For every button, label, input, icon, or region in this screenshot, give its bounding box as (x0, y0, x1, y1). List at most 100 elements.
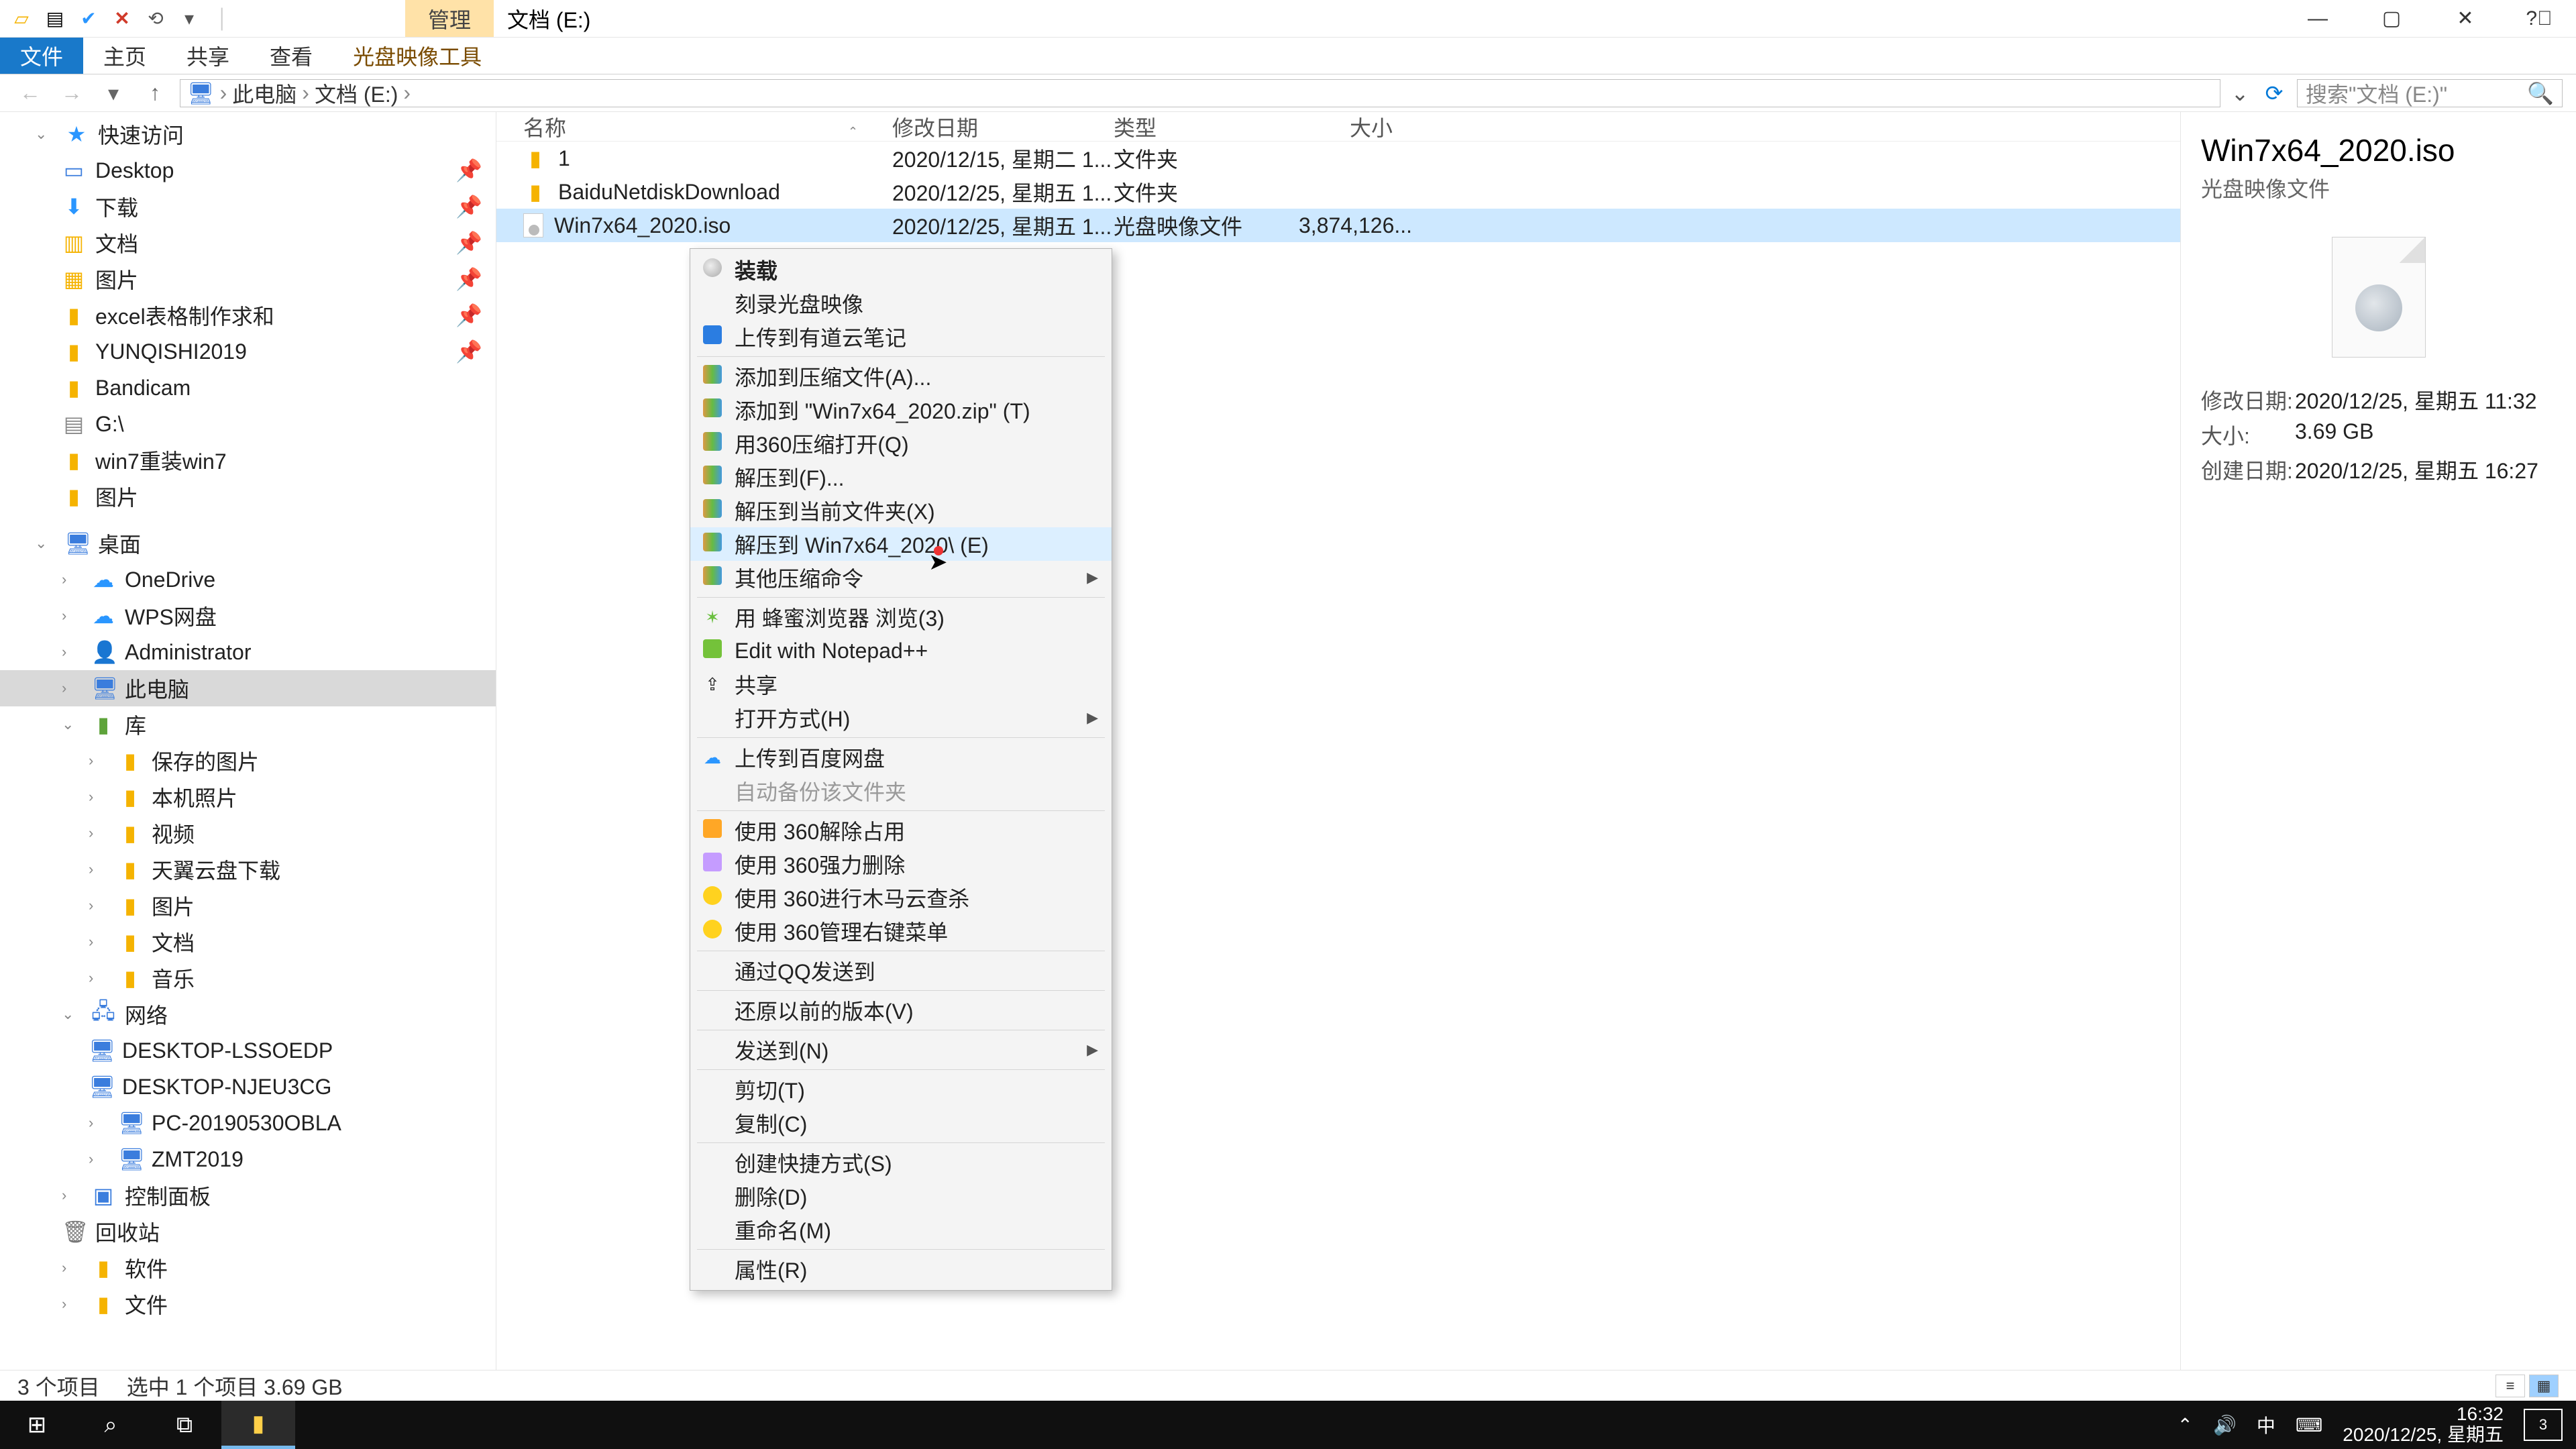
file-row[interactable]: ▮BaiduNetdiskDownload 2020/12/25, 星期五 1.… (496, 175, 2180, 209)
view-large-icons-button[interactable]: ▦ (2529, 1375, 2559, 1397)
crumb-seg1[interactable]: 文档 (E:) (315, 78, 398, 109)
qat-delete-icon[interactable]: ✕ (107, 4, 137, 34)
ctx-burn[interactable]: 刻录光盘映像 (690, 286, 1112, 320)
start-button[interactable]: ⊞ (0, 1401, 74, 1449)
ctx-send-to[interactable]: 发送到(N)▶ (690, 1033, 1112, 1067)
ctx-copy[interactable]: 复制(C) (690, 1106, 1112, 1140)
ctx-360-force-delete[interactable]: 使用 360强力删除 (690, 847, 1112, 881)
refresh-button[interactable]: ⟳ (2259, 80, 2289, 106)
ribbon-tab-disc-tools[interactable]: 光盘映像工具 (333, 38, 502, 74)
tray-overflow-icon[interactable]: ⌃ (2178, 1414, 2193, 1436)
ctx-restore-previous[interactable]: 还原以前的版本(V) (690, 994, 1112, 1027)
ctx-baidu-upload[interactable]: ☁上传到百度网盘 (690, 741, 1112, 774)
tree-item-g-drive[interactable]: ▤G:\ (0, 406, 496, 442)
tree-item-downloads[interactable]: ⬇下载📌 (0, 189, 496, 225)
ctx-mount[interactable]: 装载 (690, 253, 1112, 286)
address-dropdown[interactable]: ⌄ (2229, 80, 2251, 106)
tray-ime-icon[interactable]: 中 (2257, 1411, 2275, 1438)
qat-properties-icon[interactable]: ▤ (40, 4, 70, 34)
col-date[interactable]: 修改日期 (892, 111, 1114, 142)
qat-undo-icon[interactable]: ⟲ (141, 4, 170, 34)
taskbar-explorer-button[interactable]: ▮ (221, 1401, 295, 1449)
ctx-360-trojan-scan[interactable]: 使用 360进行木马云查杀 (690, 881, 1112, 914)
ctx-youdao-upload[interactable]: 上传到有道云笔记 (690, 320, 1112, 354)
tree-item-wps[interactable]: ›☁WPS网盘 (0, 598, 496, 634)
nav-recent-dropdown[interactable]: ▾ (97, 80, 130, 106)
nav-forward-button[interactable]: → (55, 80, 89, 105)
tree-item-pictures2[interactable]: ▮图片 (0, 478, 496, 515)
ctx-properties[interactable]: 属性(R) (690, 1252, 1112, 1286)
ctx-rename[interactable]: 重命名(M) (690, 1213, 1112, 1246)
ctx-open-360zip[interactable]: 用360压缩打开(Q) (690, 427, 1112, 460)
ctx-edit-notepadpp[interactable]: Edit with Notepad++ (690, 634, 1112, 667)
nav-back-button[interactable]: ← (13, 80, 47, 105)
view-details-button[interactable]: ≡ (2496, 1375, 2525, 1397)
help-button[interactable]: ?⃝ (2502, 0, 2576, 37)
tree-item-videos[interactable]: ›▮视频 (0, 815, 496, 851)
tree-quick-access[interactable]: ⌄ ★ 快速访问 (0, 116, 496, 152)
ribbon-tab-home[interactable]: 主页 (83, 38, 166, 74)
tree-item-win7repair[interactable]: ▮win7重装win7 (0, 442, 496, 478)
ctx-open-with[interactable]: 打开方式(H)▶ (690, 701, 1112, 735)
tree-item-desktop[interactable]: ▭Desktop📌 (0, 152, 496, 189)
nav-tree[interactable]: ⌄ ★ 快速访问 ▭Desktop📌 ⬇下载📌 ▥文档📌 ▦图片📌 ▮excel… (0, 112, 496, 1370)
tree-item-savedpics[interactable]: ›▮保存的图片 (0, 743, 496, 779)
ctx-add-archive[interactable]: 添加到压缩文件(A)... (690, 360, 1112, 393)
search-input[interactable]: 搜索"文档 (E:)" 🔍 (2297, 79, 2563, 107)
tray-ime-mode-icon[interactable]: ⌨ (2296, 1414, 2322, 1436)
taskbar[interactable]: ⊞ ⌕ ⧉ ▮ ⌃ 🔊 中 ⌨ 16:32 2020/12/25, 星期五 (0, 1401, 2576, 1449)
tree-item-onedrive[interactable]: ›☁OneDrive (0, 561, 496, 598)
tree-item-thispc[interactable]: ›🖥此电脑 (0, 670, 496, 706)
tree-item-control-panel[interactable]: ›▣控制面板 (0, 1177, 496, 1214)
col-size[interactable]: 大小 (1299, 111, 1406, 142)
col-name[interactable]: 名称⌃ (496, 111, 892, 142)
close-button[interactable]: ✕ (2428, 0, 2502, 37)
tree-item-pictures[interactable]: ▦图片📌 (0, 261, 496, 297)
tray-volume-icon[interactable]: 🔊 (2213, 1414, 2237, 1436)
tree-item-yunqishi[interactable]: ▮YUNQISHI2019📌 (0, 333, 496, 370)
minimize-button[interactable]: ― (2281, 0, 2355, 37)
tray-clock[interactable]: 16:32 2020/12/25, 星期五 (2343, 1404, 2504, 1446)
ribbon-tab-view[interactable]: 查看 (250, 38, 333, 74)
maximize-button[interactable]: ▢ (2355, 0, 2428, 37)
tree-item-documents[interactable]: ▥文档📌 (0, 225, 496, 261)
tree-item-excel[interactable]: ▮excel表格制作求和📌 (0, 297, 496, 333)
file-row-selected[interactable]: Win7x64_2020.iso 2020/12/25, 星期五 1... 光盘… (496, 209, 2180, 242)
context-menu[interactable]: 装载 刻录光盘映像 上传到有道云笔记 添加到压缩文件(A)... 添加到 "Wi… (690, 248, 1112, 1291)
ctx-add-named-zip[interactable]: 添加到 "Win7x64_2020.zip" (T) (690, 393, 1112, 427)
ctx-fengmi-browse[interactable]: ✶用 蜂蜜浏览器 浏览(3) (690, 600, 1112, 634)
ribbon-tab-share[interactable]: 共享 (166, 38, 250, 74)
tree-item-tianyi[interactable]: ›▮天翼云盘下载 (0, 851, 496, 888)
col-type[interactable]: 类型 (1114, 111, 1299, 142)
ctx-create-shortcut[interactable]: 创建快捷方式(S) (690, 1146, 1112, 1179)
tree-item-recycle[interactable]: 🗑回收站 (0, 1214, 496, 1250)
nav-up-button[interactable]: ↑ (138, 80, 172, 105)
ctx-cut[interactable]: 剪切(T) (690, 1073, 1112, 1106)
task-view-button[interactable]: ⧉ (148, 1401, 221, 1449)
ctx-share[interactable]: ⇪共享 (690, 667, 1112, 701)
qat-check-icon[interactable]: ✔ (74, 4, 103, 34)
tree-item-pics-lib[interactable]: ›▮图片 (0, 888, 496, 924)
ctx-other-zip[interactable]: 其他压缩命令▶ (690, 561, 1112, 594)
breadcrumb[interactable]: 🖥 › 此电脑 › 文档 (E:) › (180, 79, 2220, 107)
ctx-360-unlock[interactable]: 使用 360解除占用 (690, 814, 1112, 847)
action-center-button[interactable] (2524, 1409, 2563, 1441)
ctx-delete[interactable]: 删除(D) (690, 1179, 1112, 1213)
tree-item-libraries[interactable]: ⌄▮库 (0, 706, 496, 743)
tree-item-bandicam[interactable]: ▮Bandicam (0, 370, 496, 406)
tree-item-network[interactable]: ⌄🖧网络 (0, 996, 496, 1032)
tree-item-localpics[interactable]: ›▮本机照片 (0, 779, 496, 815)
tree-item-admin[interactable]: ›👤Administrator (0, 634, 496, 670)
ribbon-tab-file[interactable]: 文件 (0, 38, 83, 74)
file-row[interactable]: ▮1 2020/12/15, 星期二 1... 文件夹 (496, 142, 2180, 175)
crumb-root[interactable]: 此电脑 (232, 78, 297, 109)
tree-desktop-root[interactable]: ⌄ 🖥 桌面 (0, 525, 496, 561)
ctx-extract-to[interactable]: 解压到(F)... (690, 460, 1112, 494)
tree-item-docs-lib[interactable]: ›▮文档 (0, 924, 496, 960)
tree-item-net2[interactable]: 🖥DESKTOP-NJEU3CG (0, 1069, 496, 1105)
qat-dropdown-icon[interactable]: ▾ (174, 4, 204, 34)
ctx-extract-here[interactable]: 解压到当前文件夹(X) (690, 494, 1112, 527)
tree-item-net4[interactable]: ›🖥ZMT2019 (0, 1141, 496, 1177)
ctx-360-manage-menu[interactable]: 使用 360管理右键菜单 (690, 914, 1112, 948)
tree-item-music-lib[interactable]: ›▮音乐 (0, 960, 496, 996)
